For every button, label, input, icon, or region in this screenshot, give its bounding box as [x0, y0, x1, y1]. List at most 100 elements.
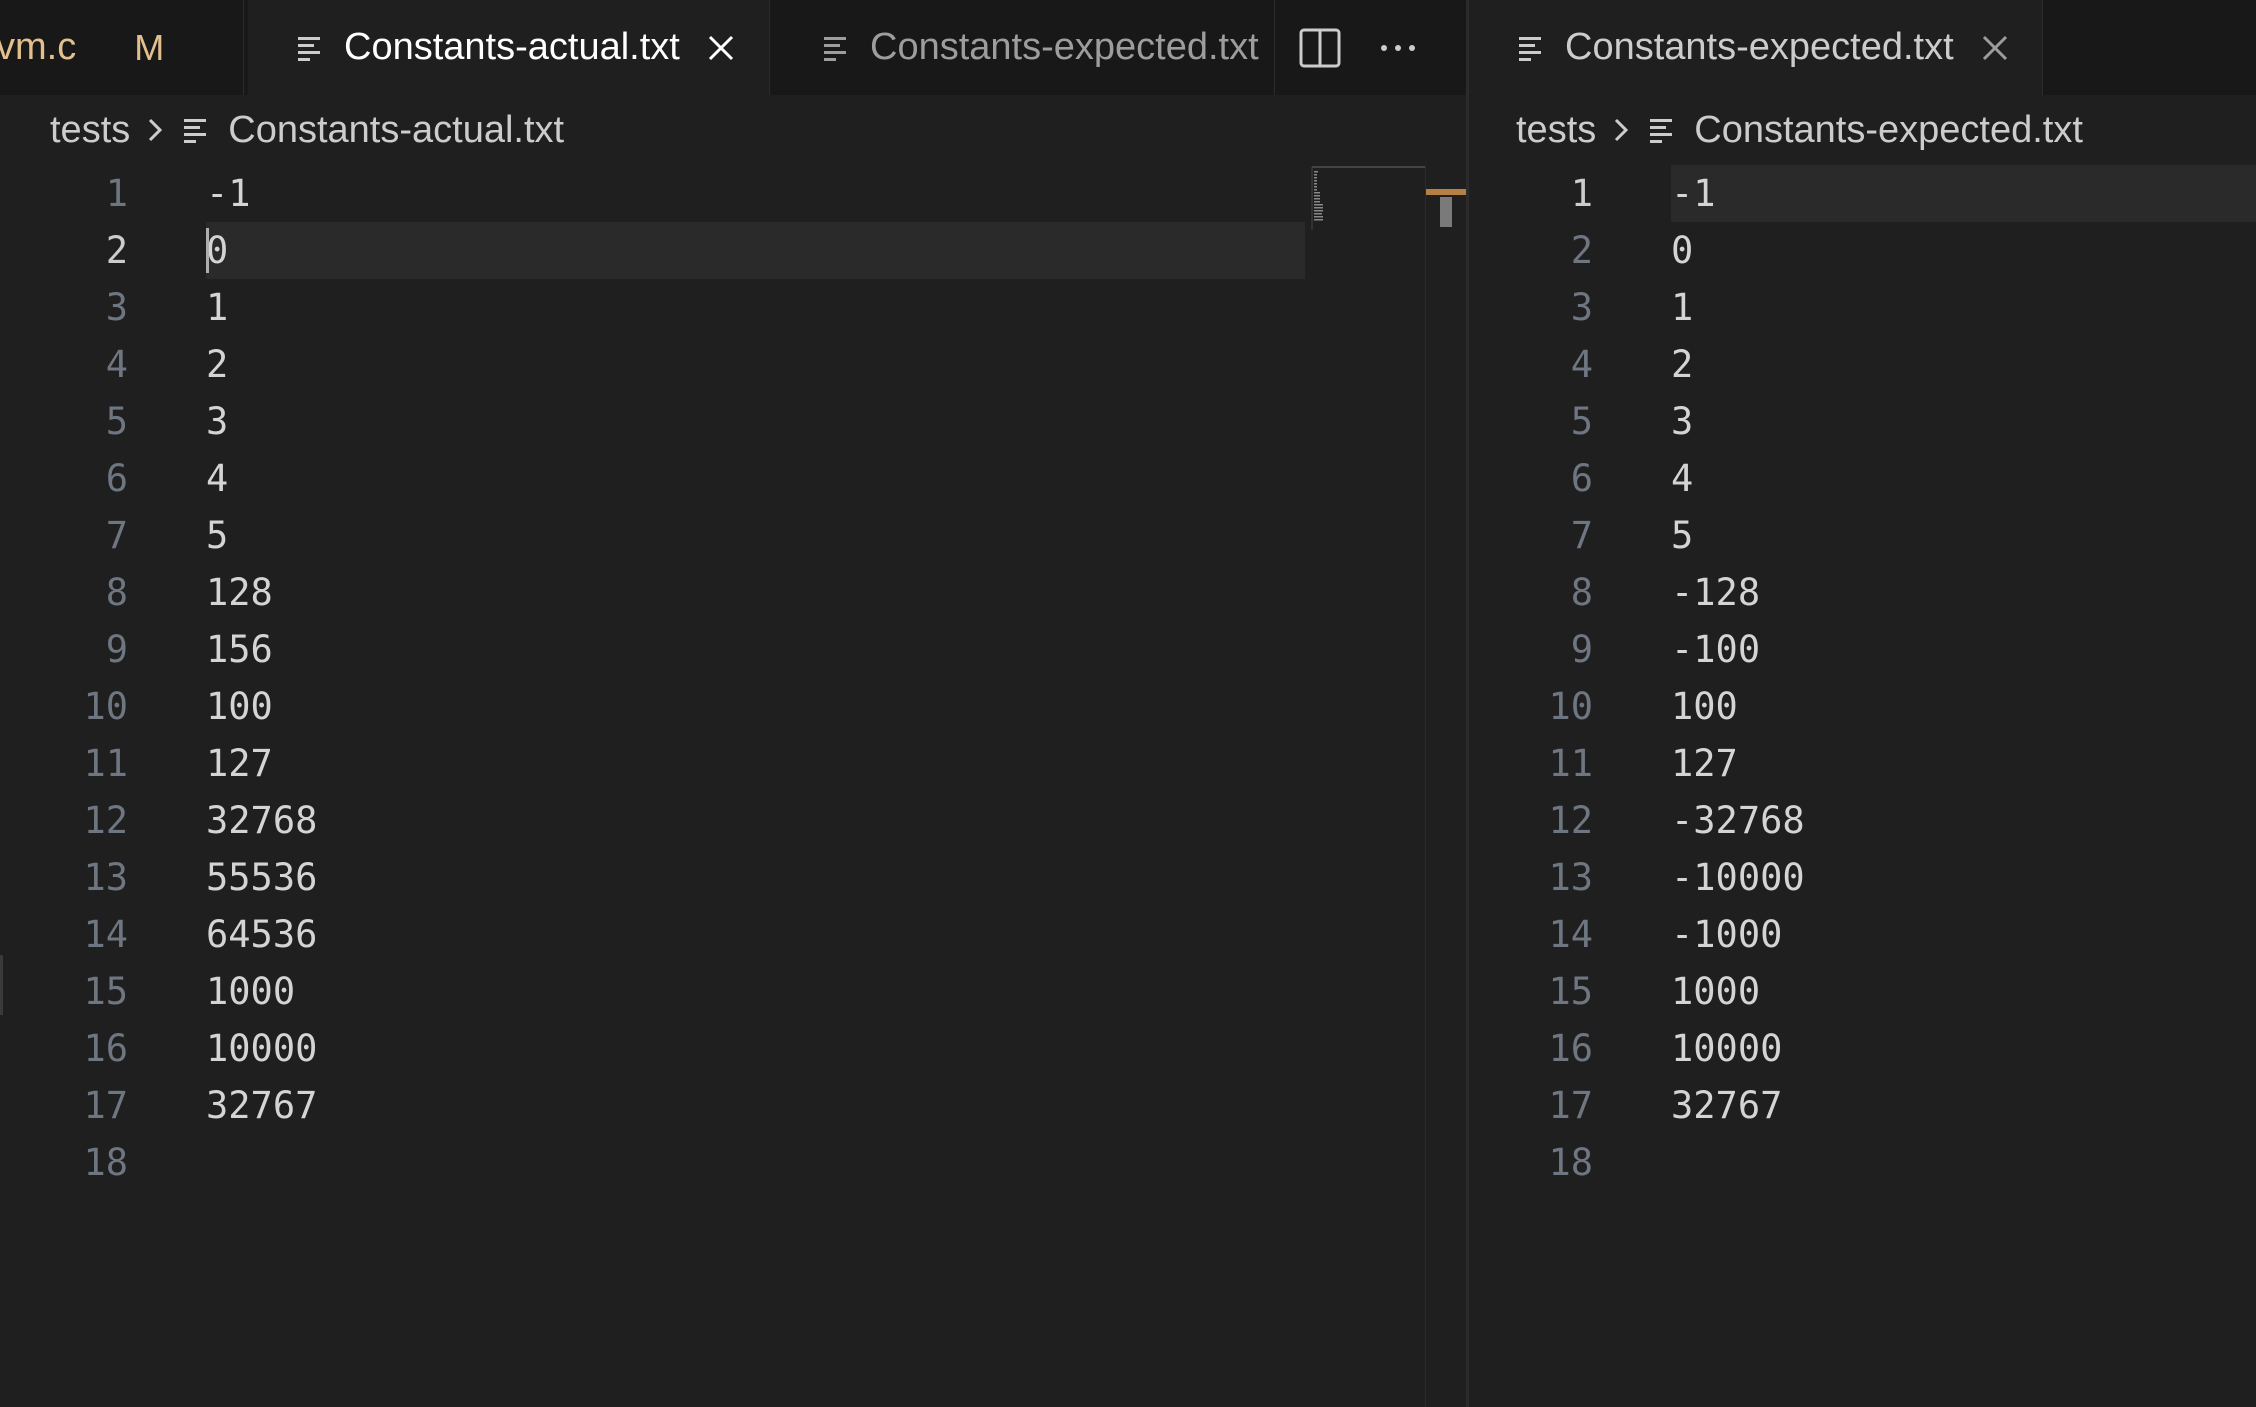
code-lines: 1 -1 2 0 3 1 4 2 5 3 6 4 7 5 8 128 9 156 10 100 11 127 12 32768…	[0, 165, 1466, 1191]
line-number: 17	[83, 1084, 128, 1127]
code-line[interactable]: 20	[0, 222, 1466, 279]
code-line[interactable]: 18	[1469, 1134, 2256, 1191]
line-number: 7	[1570, 514, 1593, 557]
code-line[interactable]: 64	[0, 450, 1466, 507]
line-content: 32767	[206, 1084, 318, 1127]
code-line[interactable]: 13 -10000	[1469, 849, 2256, 906]
vertical-scrollbar[interactable]	[1425, 165, 1466, 1407]
line-number: 3	[105, 286, 128, 329]
code-line[interactable]: 31	[0, 279, 1466, 336]
code-line[interactable]: 20	[1469, 222, 2256, 279]
line-content: 3	[1671, 400, 1694, 443]
code-line[interactable]: 53	[0, 393, 1466, 450]
code-line[interactable]: 13 55536	[0, 849, 1466, 906]
code-line[interactable]: 1 -1	[0, 165, 1466, 222]
line-number: 14	[1548, 913, 1593, 956]
code-line[interactable]: 10 100	[1469, 678, 2256, 735]
code-line[interactable]: 12 32768	[0, 792, 1466, 849]
breadcrumb-folder[interactable]: tests	[50, 109, 130, 152]
code-line[interactable]: 14 -1000	[1469, 906, 2256, 963]
tab-bar: vm.c M Constants-actual.txt Constants-ex…	[0, 0, 1466, 95]
chevron-right-icon	[149, 118, 163, 142]
code-line[interactable]: 15 1000	[0, 963, 1466, 1020]
line-number: 1	[1570, 172, 1593, 215]
code-line[interactable]: 14 64536	[0, 906, 1466, 963]
more-actions-button[interactable]	[1373, 23, 1423, 73]
line-content: 100	[206, 685, 273, 728]
split-editor-button[interactable]	[1295, 23, 1345, 73]
line-number: 10	[83, 685, 128, 728]
code-line[interactable]: 42	[0, 336, 1466, 393]
text-editor[interactable]: 1 -1 2 0 3 1 4 2 5 3 6 4 7 5 8 -128 9 -100 10 100 11 127 12 -32…	[1469, 165, 2256, 1407]
code-line[interactable]: 64	[1469, 450, 2256, 507]
line-number: 18	[83, 1141, 128, 1184]
line-content: 1	[1671, 286, 1694, 329]
line-number: 2	[105, 229, 128, 272]
line-content: -32768	[1671, 799, 1805, 842]
line-content: 2	[206, 343, 229, 386]
scrollbar-thumb[interactable]	[1440, 197, 1452, 227]
line-number: 9	[1570, 628, 1593, 671]
line-content: 1000	[206, 970, 296, 1013]
tab-constants-actual[interactable]: Constants-actual.txt	[248, 0, 770, 95]
line-content: 32768	[206, 799, 318, 842]
code-line[interactable]: 12 -32768	[1469, 792, 2256, 849]
line-content: 4	[206, 457, 229, 500]
code-line[interactable]: 15 1000	[1469, 963, 2256, 1020]
tab-constants-expected[interactable]: Constants-expected.txt	[770, 0, 1275, 95]
line-number: 8	[1570, 571, 1593, 614]
code-line[interactable]: 11 127	[1469, 735, 2256, 792]
line-content: 100	[1671, 685, 1738, 728]
breadcrumb-file[interactable]: Constants-actual.txt	[228, 109, 564, 152]
code-line[interactable]: 8 128	[0, 564, 1466, 621]
breadcrumb-file[interactable]: Constants-expected.txt	[1694, 109, 2083, 152]
editor-actions	[1295, 0, 1451, 95]
code-line[interactable]: 42	[1469, 336, 2256, 393]
line-number: 17	[1548, 1084, 1593, 1127]
breadcrumb-folder[interactable]: tests	[1516, 109, 1596, 152]
editor-group-left: vm.c M Constants-actual.txt Constants-ex…	[0, 0, 1466, 1407]
code-line[interactable]: 11 127	[0, 735, 1466, 792]
file-lines-icon	[298, 36, 320, 61]
minimap[interactable]	[1308, 165, 1428, 245]
line-content: -10000	[1671, 856, 1805, 899]
line-content: -100	[1671, 628, 1761, 671]
code-line[interactable]: 16 10000	[0, 1020, 1466, 1077]
editor-group-right: Constants-expected.txt tests Constants-e…	[1469, 0, 2256, 1407]
line-content: 64536	[206, 913, 318, 956]
tab-vm-c[interactable]: vm.c M	[0, 0, 244, 95]
line-number: 6	[1570, 457, 1593, 500]
code-line[interactable]: 9 156	[0, 621, 1466, 678]
close-icon[interactable]	[706, 33, 736, 63]
file-lines-icon	[184, 119, 207, 143]
line-number: 4	[1570, 343, 1593, 386]
code-line[interactable]: 1 -1	[1469, 165, 2256, 222]
line-content: 4	[1671, 457, 1694, 500]
line-content: 32767	[1671, 1084, 1783, 1127]
code-line[interactable]: 18	[0, 1134, 1466, 1191]
text-editor[interactable]: 1 -1 2 0 3 1 4 2 5 3 6 4 7 5 8 128 9 156 10 100 11 127 12 32768…	[0, 165, 1466, 1407]
line-content: 5	[1671, 514, 1694, 557]
code-line[interactable]: 75	[1469, 507, 2256, 564]
code-line[interactable]: 75	[0, 507, 1466, 564]
file-lines-icon	[824, 36, 846, 61]
code-line[interactable]: 8 -128	[1469, 564, 2256, 621]
code-line[interactable]: 16 10000	[1469, 1020, 2256, 1077]
code-line[interactable]: 53	[1469, 393, 2256, 450]
line-number: 5	[105, 400, 128, 443]
tab-constants-expected[interactable]: Constants-expected.txt	[1469, 0, 2043, 95]
tab-label: vm.c	[0, 26, 77, 68]
line-number: 16	[83, 1027, 128, 1070]
line-number: 5	[1570, 400, 1593, 443]
line-number: 18	[1548, 1141, 1593, 1184]
tab-label: Constants-expected.txt	[870, 26, 1259, 68]
code-line[interactable]: 9 -100	[1469, 621, 2256, 678]
line-number: 11	[83, 742, 128, 785]
code-line[interactable]: 17 32767	[0, 1077, 1466, 1134]
close-icon[interactable]	[1980, 33, 2010, 63]
line-content: -1	[206, 172, 251, 215]
code-line[interactable]: 10 100	[0, 678, 1466, 735]
code-line[interactable]: 17 32767	[1469, 1077, 2256, 1134]
line-content: 10000	[1671, 1027, 1783, 1070]
code-line[interactable]: 31	[1469, 279, 2256, 336]
